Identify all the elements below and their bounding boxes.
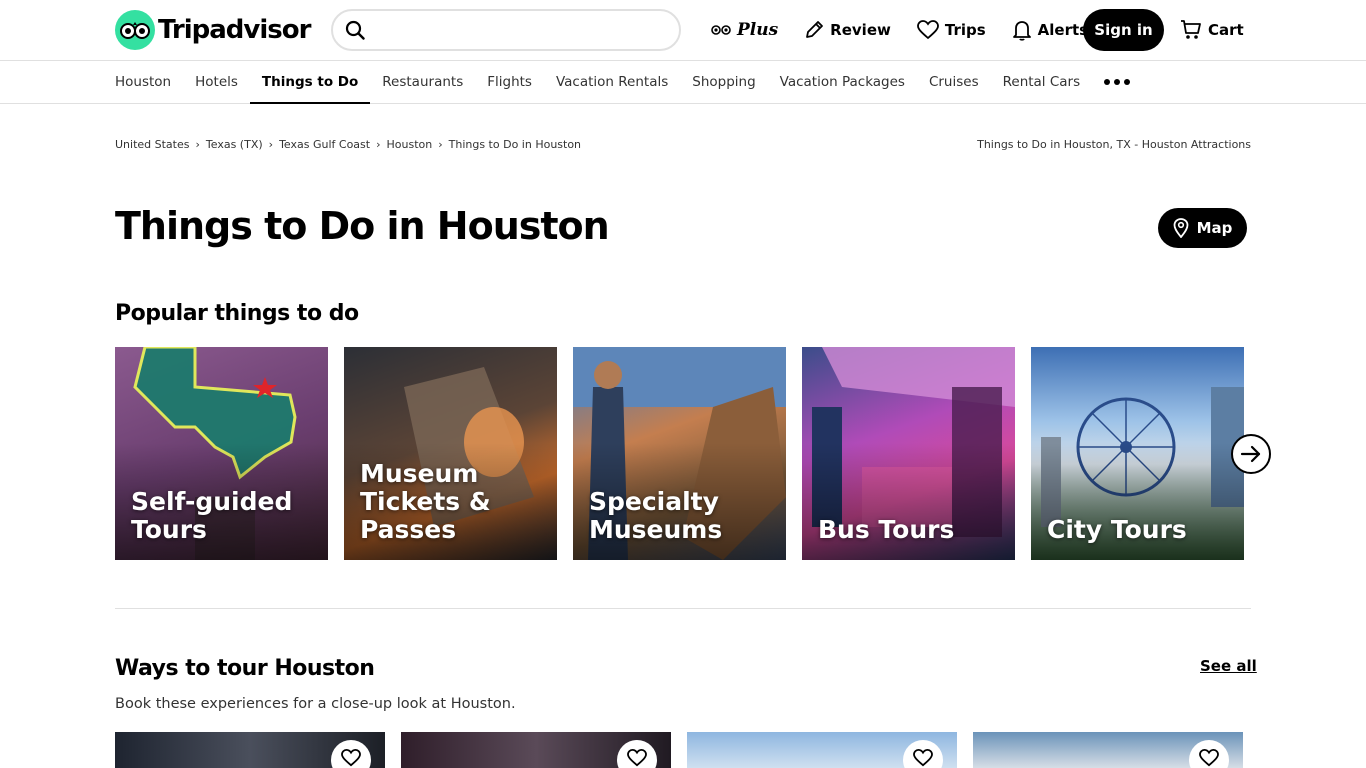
save-heart-button[interactable] <box>903 740 943 768</box>
save-heart-button[interactable] <box>1189 740 1229 768</box>
heart-icon <box>1199 749 1219 767</box>
breadcrumb-item[interactable]: Texas (TX) <box>206 138 263 151</box>
chevron-right-icon: › <box>268 138 274 151</box>
review-label: Review <box>830 21 891 39</box>
breadcrumb-item[interactable]: United States <box>115 138 190 151</box>
brand-name: Tripadvisor <box>158 15 311 45</box>
tour-cards <box>115 732 1259 768</box>
chevron-right-icon: › <box>195 138 200 151</box>
tab-houston[interactable]: Houston <box>103 61 183 103</box>
category-card-specialty-museums[interactable]: Specialty Museums <box>573 347 786 560</box>
chevron-right-icon: › <box>438 138 443 151</box>
tab-rental-cars[interactable]: Rental Cars <box>991 61 1093 103</box>
card-label: City Tours <box>1047 515 1187 544</box>
save-heart-button[interactable] <box>331 740 371 768</box>
more-tabs-icon[interactable] <box>1092 61 1142 103</box>
card-label: Museum Tickets & Passes <box>360 459 491 544</box>
map-label: Map <box>1196 219 1233 237</box>
category-card-self-guided-tours[interactable]: Self-guided Tours <box>115 347 328 560</box>
category-card-museum-tickets[interactable]: Museum Tickets & Passes <box>344 347 557 560</box>
breadcrumb-item[interactable]: Texas Gulf Coast <box>279 138 370 151</box>
tripadvisor-logo[interactable]: Tripadvisor <box>115 10 311 50</box>
map-button[interactable]: Map <box>1158 208 1247 248</box>
heart-icon <box>627 749 647 767</box>
owl-logo-icon <box>115 10 155 50</box>
review-button[interactable]: Review <box>804 9 891 51</box>
tab-vacation-packages[interactable]: Vacation Packages <box>768 61 917 103</box>
map-pin-icon <box>1173 218 1188 238</box>
card-label: Self-guided Tours <box>131 487 293 544</box>
breadcrumb: United States › Texas (TX) › Texas Gulf … <box>115 138 581 151</box>
search-bar[interactable] <box>331 9 681 51</box>
carousel-next-button[interactable] <box>1231 434 1271 474</box>
sign-in-button[interactable]: Sign in <box>1083 9 1164 51</box>
tab-cruises[interactable]: Cruises <box>917 61 991 103</box>
tab-flights[interactable]: Flights <box>475 61 544 103</box>
plus-link[interactable]: Plus <box>711 9 778 51</box>
page-subtitle: Things to Do in Houston, TX - Houston At… <box>977 138 1251 151</box>
ways-section-subtitle: Book these experiences for a close-up lo… <box>115 696 516 712</box>
section-divider <box>115 608 1251 609</box>
top-header: Tripadvisor Plus Review Trips Alerts Sig… <box>0 0 1366 61</box>
popular-section-title: Popular things to do <box>115 301 359 326</box>
alerts-label: Alerts <box>1037 21 1089 39</box>
tab-vacation-rentals[interactable]: Vacation Rentals <box>544 61 680 103</box>
category-card-city-tours[interactable]: City Tours <box>1031 347 1244 560</box>
heart-icon <box>341 749 361 767</box>
tour-card[interactable] <box>687 732 957 768</box>
plus-label: Plus <box>737 20 779 40</box>
popular-cards: Self-guided Tours Museum Tickets & Passe… <box>115 347 1260 560</box>
see-all-link[interactable]: See all <box>1200 657 1257 675</box>
page-title: Things to Do in Houston <box>115 204 610 248</box>
search-icon <box>345 20 365 40</box>
tab-restaurants[interactable]: Restaurants <box>370 61 475 103</box>
trips-button[interactable]: Trips <box>916 9 986 51</box>
cart-icon <box>1181 20 1201 39</box>
search-input[interactable] <box>373 15 663 45</box>
save-heart-button[interactable] <box>617 740 657 768</box>
cart-label: Cart <box>1208 21 1244 39</box>
category-tabs-bar: Houston Hotels Things to Do Restaurants … <box>0 61 1366 104</box>
heart-icon <box>913 749 933 767</box>
card-label: Bus Tours <box>818 515 955 544</box>
owl-icon <box>711 25 731 35</box>
bell-icon <box>1012 21 1031 41</box>
header-actions: Plus Review Trips Alerts <box>711 9 1114 51</box>
trips-label: Trips <box>944 21 986 39</box>
tour-card[interactable] <box>973 732 1243 768</box>
breadcrumb-item[interactable]: Houston <box>387 138 433 151</box>
heart-icon <box>916 20 939 40</box>
tab-shopping[interactable]: Shopping <box>680 61 767 103</box>
breadcrumb-current: Things to Do in Houston <box>448 138 582 151</box>
cart-button[interactable]: Cart <box>1180 9 1244 51</box>
category-card-bus-tours[interactable]: Bus Tours <box>802 347 1015 560</box>
tour-card[interactable] <box>401 732 671 768</box>
tab-things-to-do[interactable]: Things to Do <box>249 61 371 104</box>
card-label: Specialty Museums <box>589 487 723 544</box>
arrow-right-icon <box>1240 445 1261 463</box>
pencil-icon <box>806 21 824 38</box>
ways-section-title: Ways to tour Houston <box>115 656 375 681</box>
category-tabs: Houston Hotels Things to Do Restaurants … <box>103 61 1142 104</box>
tour-card[interactable] <box>115 732 385 768</box>
alerts-button[interactable]: Alerts <box>1012 9 1088 51</box>
tab-hotels[interactable]: Hotels <box>183 61 250 103</box>
chevron-right-icon: › <box>376 138 381 151</box>
